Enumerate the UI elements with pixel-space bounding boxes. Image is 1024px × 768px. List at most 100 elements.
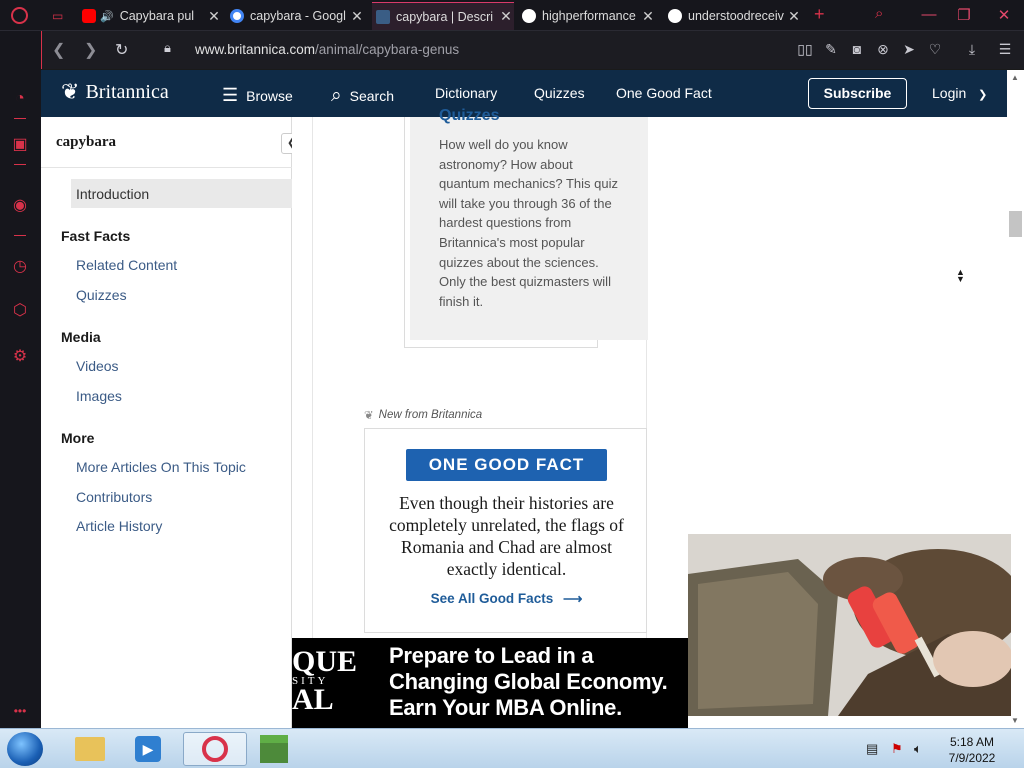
toc-videos[interactable]: Videos <box>76 358 119 374</box>
see-all-good-facts-link[interactable]: See All Good Facts ⟶ <box>365 591 648 607</box>
block-ads-icon[interactable]: ⊗ <box>874 41 892 58</box>
new-from-label: New from Britannica <box>378 409 483 421</box>
content-column: Quizzes How well do you know astronomy? … <box>312 107 648 728</box>
taskbar-clock[interactable]: 5:18 AM 7/9/2022 <box>936 734 1008 766</box>
nav-dictionary[interactable]: Dictionary <box>435 85 497 101</box>
close-window-icon[interactable]: ✕ <box>984 6 1024 24</box>
login-button[interactable]: Login ❯ <box>932 85 987 101</box>
restore-icon[interactable]: ❐ <box>944 6 984 24</box>
history-icon[interactable]: ◷ <box>10 257 30 277</box>
gamepad-icon[interactable]: ▭ <box>52 9 63 23</box>
easy-setup-icon[interactable]: ☰ <box>996 41 1014 58</box>
one-good-fact-badge[interactable]: ONE GOOD FACT <box>406 449 607 481</box>
tab-understoodreceiv[interactable]: understoodreceiv ✕ <box>668 2 802 30</box>
close-tab-icon[interactable]: ✕ <box>640 8 656 25</box>
article-title: capybara <box>56 134 116 150</box>
chevron-down-icon: ❯ <box>978 89 988 101</box>
see-all-label: See All Good Facts <box>430 591 554 606</box>
opera-menu-icon[interactable] <box>11 7 28 24</box>
hamburger-icon: ☰ <box>222 85 239 105</box>
toc-media[interactable]: Media <box>61 329 101 345</box>
more-dots-icon[interactable]: ••• <box>10 701 30 721</box>
reload-icon[interactable]: ↻ <box>115 40 128 60</box>
close-tab-icon[interactable]: ✕ <box>786 8 802 25</box>
send-icon[interactable]: ➤ <box>900 41 918 58</box>
nav-quizzes[interactable]: Quizzes <box>534 85 585 101</box>
close-tab-icon[interactable]: ✕ <box>349 8 365 25</box>
login-label: Login <box>932 85 967 101</box>
quizzes-label: Quizzes <box>534 85 585 101</box>
windows-start-button[interactable] <box>7 732 43 766</box>
tab-highperformance[interactable]: highperformance ✕ <box>522 2 656 30</box>
tab-capybara-britannica[interactable]: capybara | Descri ✕ <box>372 2 514 30</box>
settings-gear-icon[interactable]: ⚙ <box>10 347 30 367</box>
thistle-logo-icon: ❦ <box>61 79 80 104</box>
address-bar: ❮ ❯ ↻ 🔒︎ www.britannica.com/animal/capyb… <box>41 31 1024 69</box>
floating-video-player[interactable] <box>688 534 1011 716</box>
toc-images[interactable]: Images <box>76 388 122 404</box>
browse-label: Browse <box>246 87 293 104</box>
scrollbar-thumb[interactable] <box>1009 211 1022 237</box>
toc-contributors[interactable]: Contributors <box>76 489 152 505</box>
scroll-up-icon[interactable]: ▲ <box>1011 73 1019 82</box>
back-icon[interactable]: ❮ <box>52 40 65 60</box>
edit-icon[interactable]: ✎ <box>822 41 840 58</box>
toc-article-history[interactable]: Article History <box>76 518 162 534</box>
quiz-card-title[interactable]: Quizzes <box>439 107 499 125</box>
toc-more-articles[interactable]: More Articles On This Topic <box>76 459 246 475</box>
network-icon[interactable]: ▤ <box>866 741 878 757</box>
sidebar-divider <box>14 164 26 165</box>
dictionary-label: Dictionary <box>435 85 498 101</box>
new-tab-icon[interactable]: + <box>814 4 825 25</box>
media-player-taskbar-icon[interactable]: ▶ <box>122 732 174 766</box>
toc-fast-facts[interactable]: Fast Facts <box>61 228 130 244</box>
toc-quizzes[interactable]: Quizzes <box>76 287 127 303</box>
camera-icon[interactable]: ◙ <box>848 41 866 57</box>
new-from-britannica: ❦ New from Britannica <box>364 408 482 422</box>
player-icon[interactable]: ◉ <box>10 196 30 216</box>
extensions-cube-icon[interactable]: ⬡ <box>10 301 30 321</box>
close-tab-icon[interactable]: ✕ <box>498 8 514 25</box>
scroll-down-icon[interactable]: ▼ <box>1011 716 1019 725</box>
audio-playing-icon[interactable]: 🔊 <box>96 10 114 23</box>
reader-mode-icon[interactable]: ▯▯ <box>796 41 814 58</box>
subscribe-button[interactable]: Subscribe <box>808 78 907 109</box>
speed-dial-icon[interactable]: ◔ <box>10 89 30 109</box>
britannica-header: ❦ Britannica ☰ Browse ⌕ Search Dictionar… <box>41 70 1007 117</box>
toc-introduction[interactable]: Introduction <box>76 186 149 202</box>
toc-related-content[interactable]: Related Content <box>76 257 177 273</box>
video-strip <box>888 716 1007 728</box>
shopping-bag-icon[interactable]: ▣ <box>10 135 30 155</box>
globe-icon <box>522 9 536 23</box>
heart-icon[interactable]: ♡ <box>926 41 944 58</box>
britannica-icon <box>376 9 390 24</box>
quiz-card[interactable]: Quizzes How well do you know astronomy? … <box>410 107 648 340</box>
minimize-icon[interactable]: — <box>909 6 949 23</box>
lock-icon[interactable]: 🔒︎ <box>164 40 171 56</box>
tab-capybara-youtube[interactable]: 🔊 Capybara pul ✕ <box>82 2 222 30</box>
forward-icon[interactable]: ❯ <box>84 40 97 60</box>
search-label: Search <box>349 88 394 104</box>
volume-icon[interactable]: 🔈︎ <box>914 741 922 757</box>
sidebar-divider <box>14 118 26 119</box>
nav-one-good-fact[interactable]: One Good Fact <box>616 85 712 101</box>
url-field[interactable]: www.britannica.com/animal/capybara-genus <box>195 42 459 57</box>
one-good-fact-card: ONE GOOD FACT Even though their historie… <box>364 428 647 633</box>
explorer-taskbar-icon[interactable] <box>64 732 116 766</box>
action-center-icon[interactable]: ⚑ <box>891 741 903 757</box>
close-tab-icon[interactable]: ✕ <box>206 8 222 25</box>
search-button[interactable]: ⌕ Search <box>331 85 394 107</box>
britannica-logo[interactable]: ❦ Britannica <box>61 79 169 105</box>
one-good-fact-label: One Good Fact <box>616 85 712 101</box>
opera-taskbar-icon[interactable] <box>183 732 247 766</box>
autoscroll-cursor-icon: ▲ ▼ <box>956 267 965 284</box>
search-tabs-icon[interactable]: ⌕ <box>875 5 883 22</box>
youtube-icon <box>82 9 96 23</box>
logo-text: Britannica <box>85 80 169 103</box>
browse-button[interactable]: ☰ Browse <box>222 85 293 106</box>
download-icon[interactable]: ⤓ <box>963 41 981 58</box>
toc-more[interactable]: More <box>61 430 94 446</box>
tab-capybara-google[interactable]: capybara - Googl ✕ <box>230 2 365 30</box>
ad-banner[interactable]: QUE SITY AL Prepare to Lead in a Changin… <box>292 638 688 728</box>
minecraft-taskbar-icon[interactable] <box>248 732 300 766</box>
